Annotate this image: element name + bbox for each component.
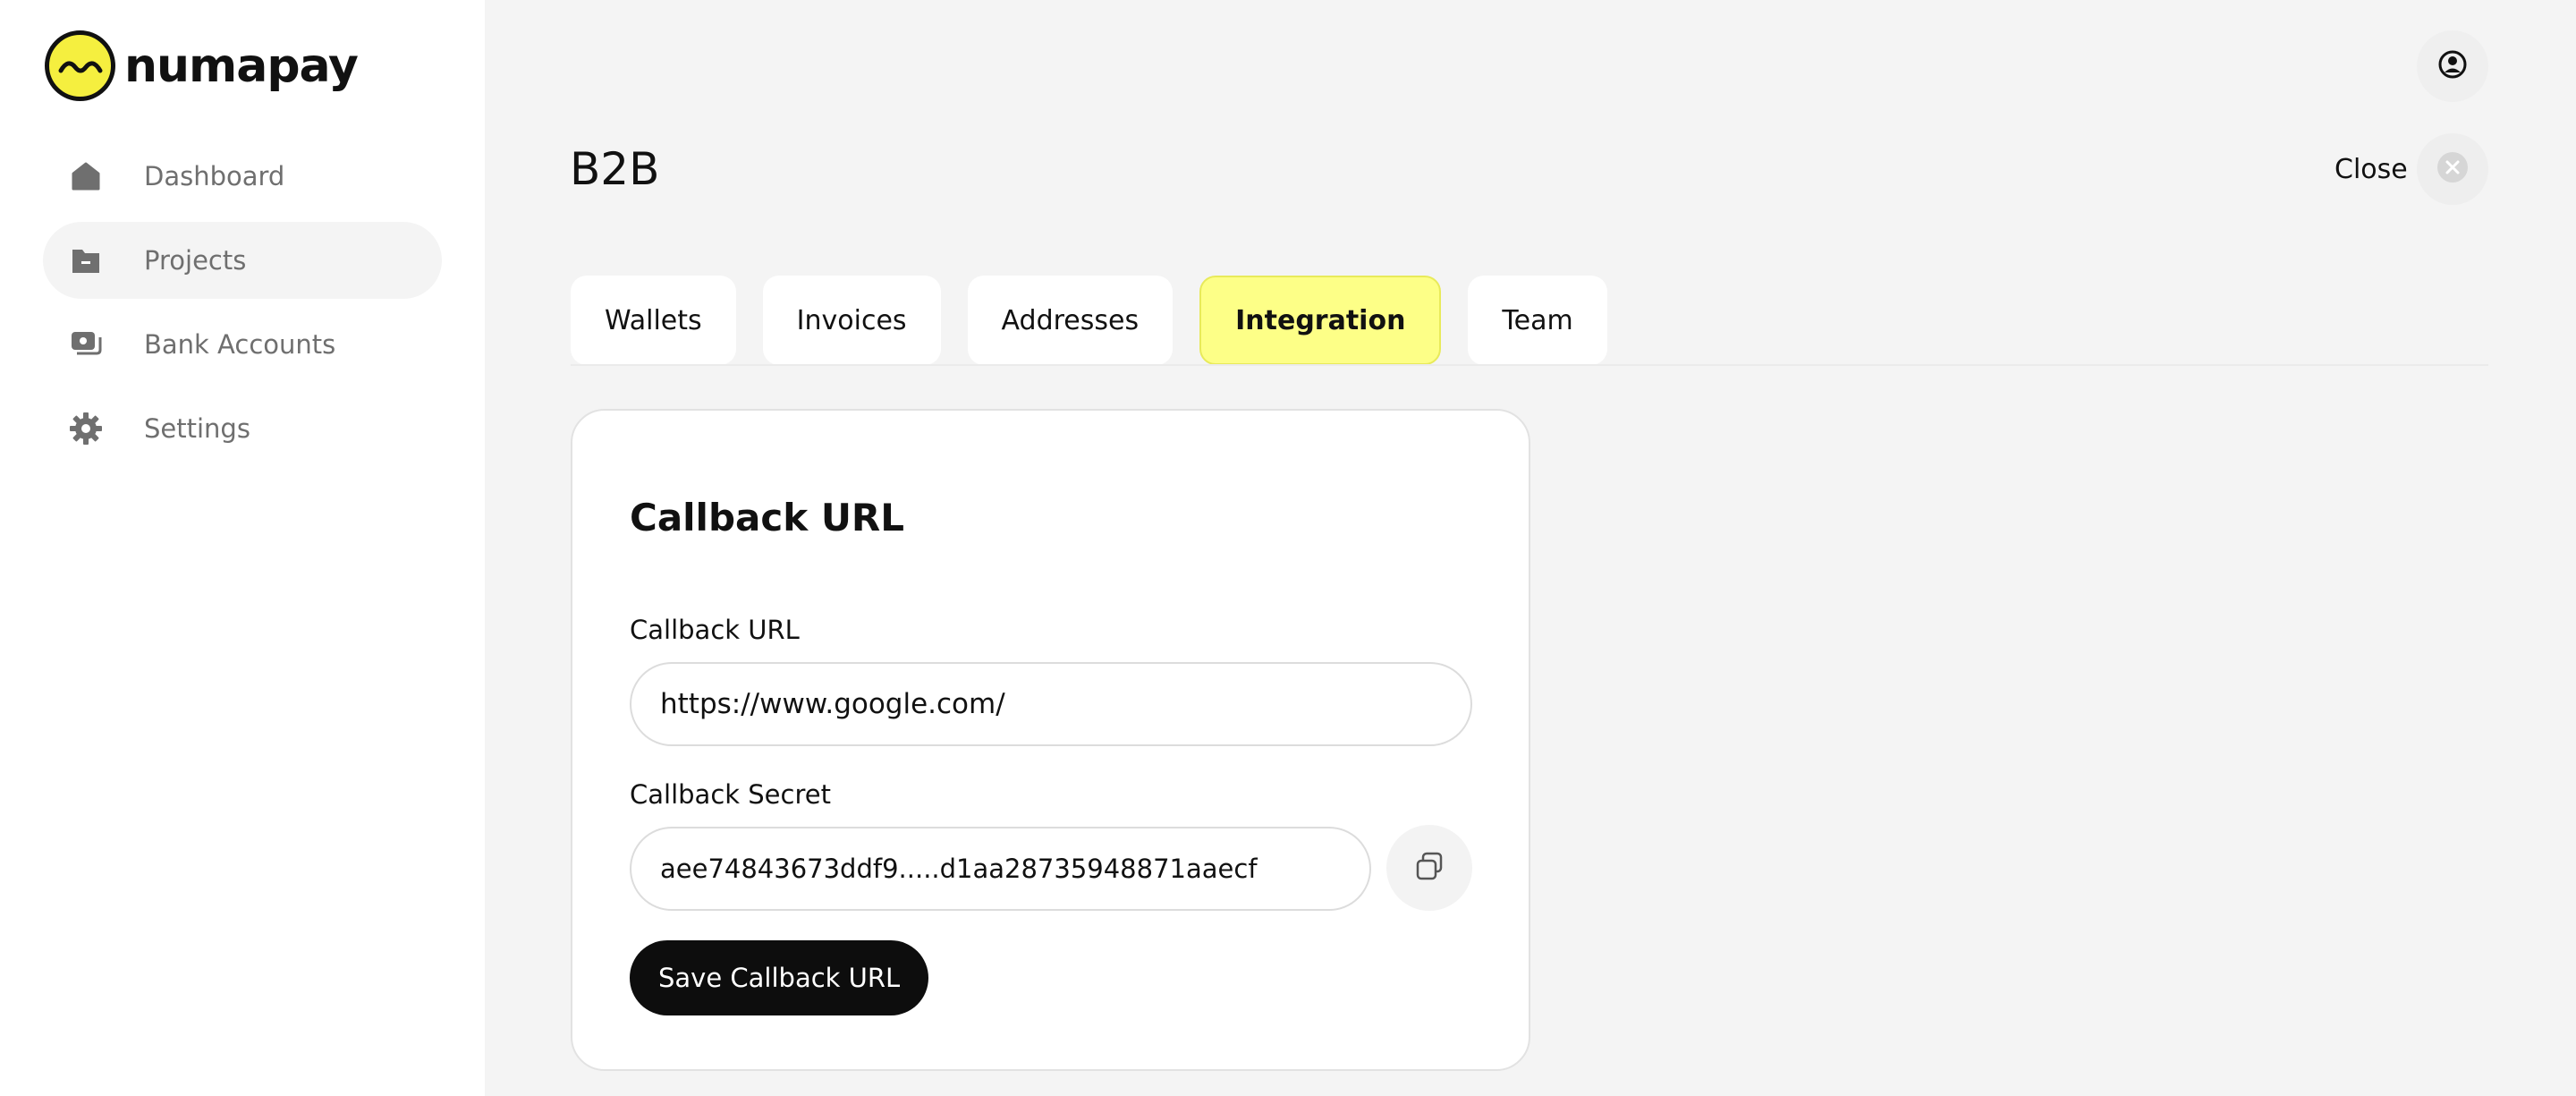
tab-addresses[interactable]: Addresses	[967, 276, 1174, 365]
bank-cards-icon	[68, 327, 104, 362]
user-account-button[interactable]	[2417, 30, 2488, 102]
close-button[interactable]	[2417, 133, 2488, 205]
tab-integration[interactable]: Integration	[1199, 276, 1442, 365]
sidebar-item-projects[interactable]: Projects	[43, 222, 442, 299]
logo-mark-icon	[45, 30, 115, 101]
user-icon	[2437, 49, 2468, 83]
home-icon	[68, 158, 104, 194]
page-title: B2B	[570, 143, 660, 195]
sidebar-item-settings[interactable]: Settings	[43, 390, 442, 467]
callback-secret-field[interactable]: aee74843673ddf9.....d1aa28735948871aaecf	[630, 827, 1371, 911]
sidebar-item-label: Settings	[144, 413, 250, 444]
card-title: Callback URL	[630, 496, 905, 540]
sidebar-item-dashboard[interactable]: Dashboard	[43, 138, 442, 215]
project-tabs: Wallets Invoices Addresses Integration T…	[571, 276, 1634, 365]
sidebar: numapay Dashboard Projects Bank Accounts	[0, 0, 485, 1096]
folder-icon	[68, 242, 104, 278]
callback-url-card: Callback URL Callback URL https://www.go…	[571, 409, 1530, 1071]
sidebar-item-label: Bank Accounts	[144, 329, 336, 360]
sidebar-item-label: Projects	[144, 245, 247, 276]
tabs-divider	[571, 364, 2488, 366]
callback-url-input[interactable]: https://www.google.com/	[630, 662, 1472, 746]
tab-invoices[interactable]: Invoices	[762, 276, 941, 365]
sidebar-nav: Dashboard Projects Bank Accounts Setting…	[43, 138, 442, 474]
app-root: numapay Dashboard Projects Bank Accounts	[0, 0, 2576, 1096]
sidebar-item-bank-accounts[interactable]: Bank Accounts	[43, 306, 442, 383]
callback-secret-label: Callback Secret	[630, 779, 831, 810]
logo-text: numapay	[124, 38, 359, 93]
sidebar-item-label: Dashboard	[144, 161, 285, 191]
save-callback-url-button[interactable]: Save Callback URL	[630, 940, 929, 1015]
copy-secret-button[interactable]	[1386, 825, 1472, 911]
callback-url-label: Callback URL	[630, 615, 800, 645]
close-label[interactable]: Close	[2334, 154, 2408, 185]
copy-icon	[1413, 850, 1445, 886]
logo[interactable]: numapay	[45, 30, 359, 101]
tab-team[interactable]: Team	[1468, 276, 1607, 365]
callback-url-value: https://www.google.com/	[660, 688, 1005, 720]
tab-wallets[interactable]: Wallets	[571, 276, 736, 365]
callback-secret-value: aee74843673ddf9.....d1aa28735948871aaecf	[660, 854, 1258, 884]
close-icon	[2436, 151, 2469, 187]
gear-icon	[68, 411, 104, 446]
